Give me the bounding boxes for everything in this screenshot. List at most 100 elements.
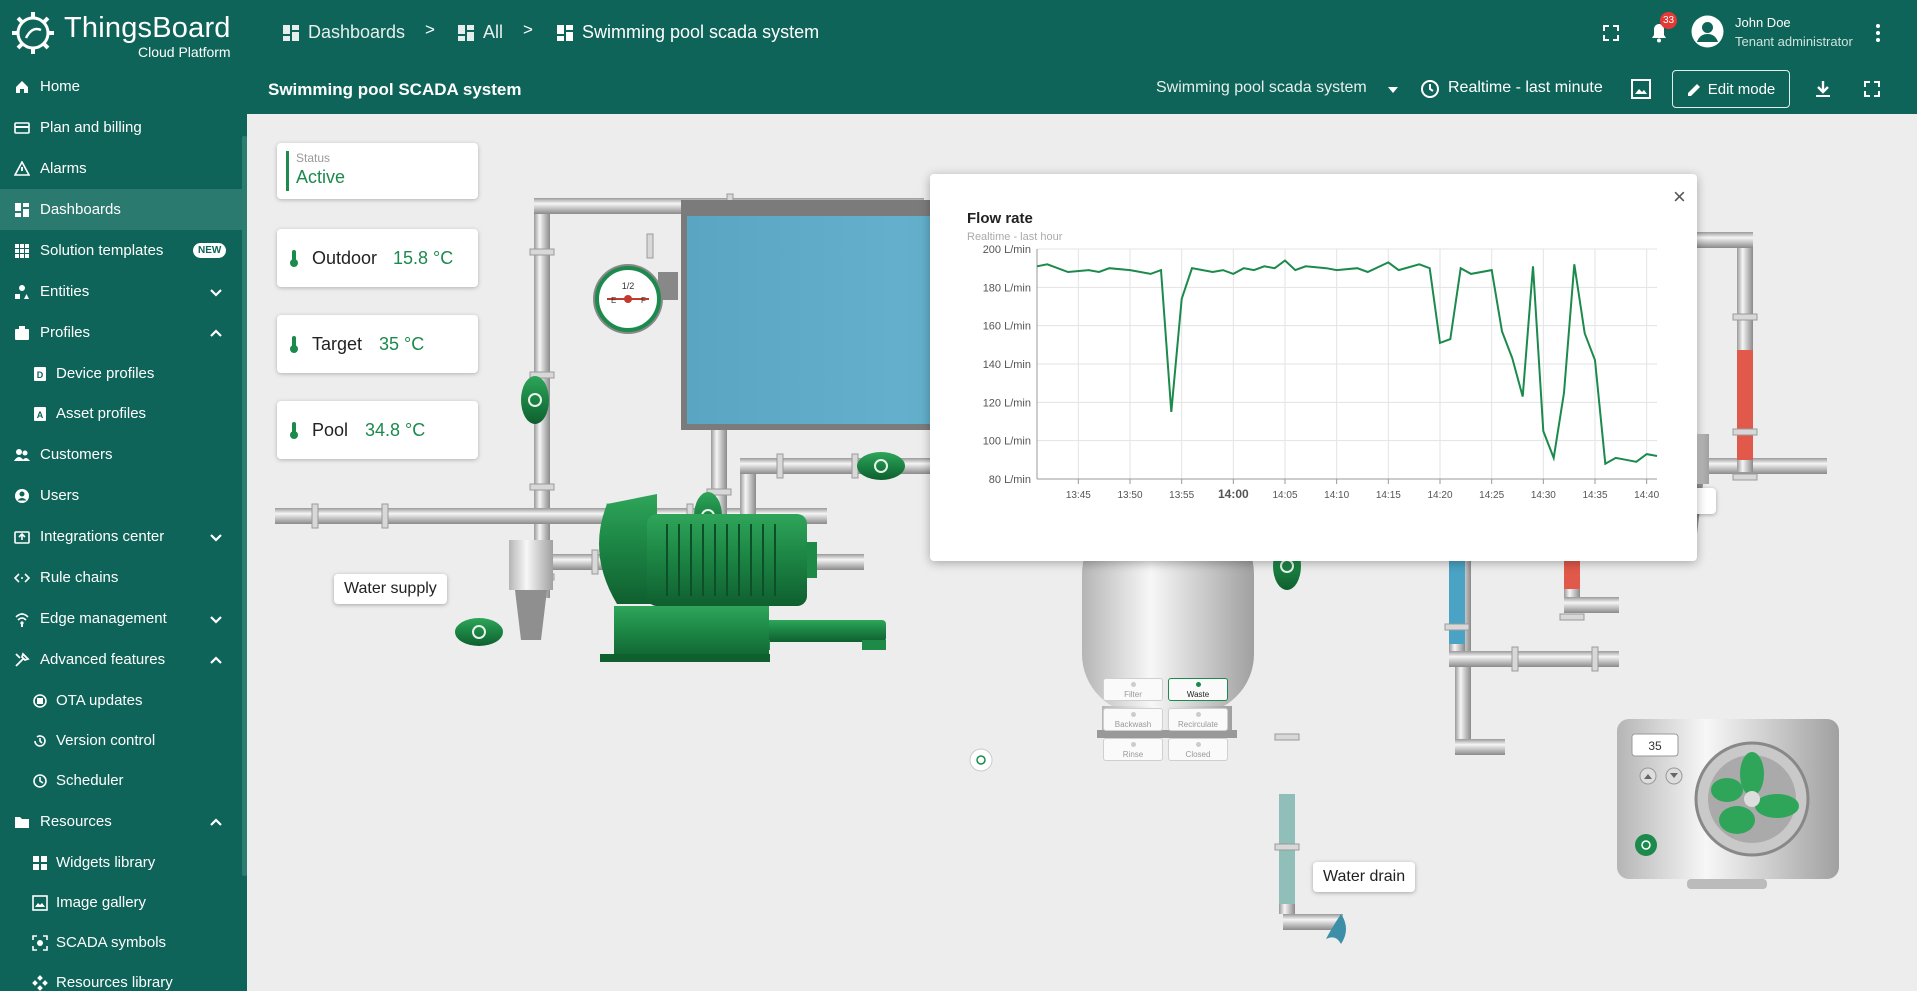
chevron-down-icon[interactable] [209, 285, 223, 299]
sidebar-item-label: Alarms [40, 160, 87, 177]
resources-icon [32, 974, 48, 991]
chevron-down-icon[interactable] [209, 612, 223, 626]
download-icon[interactable] [1813, 79, 1833, 99]
sidebar-item[interactable]: SCADA symbols [0, 922, 242, 963]
sidebar-item-label: Rule chains [40, 569, 119, 586]
sidebar-item[interactable]: Profiles [0, 312, 242, 353]
breadcrumb-dashboards[interactable]: Dashboards [282, 22, 405, 43]
sidebar-item[interactable]: Advanced features [0, 639, 242, 680]
sidebar-item[interactable]: Widgets library [0, 842, 242, 883]
sidebar-item-label: Dashboards [40, 201, 121, 218]
temperature-label: Outdoor [312, 248, 378, 268]
chevron-up-icon[interactable] [209, 815, 223, 829]
fullscreen-icon[interactable] [1862, 79, 1882, 99]
filter-mode-label: Backwash [1114, 720, 1152, 729]
pump-status-indicator[interactable] [969, 748, 993, 772]
image-icon [32, 894, 48, 911]
gauge-label: 1/2 [622, 281, 635, 291]
sidebar-item[interactable]: Integrations center [0, 516, 242, 557]
sidebar-item[interactable]: Rule chains [0, 557, 242, 598]
increase-setpoint-button[interactable] [1639, 767, 1657, 785]
valve[interactable] [455, 618, 503, 646]
sidebar-item-label: Image gallery [56, 894, 147, 911]
filter-mode-label: Filter [1124, 690, 1142, 699]
user-avatar-icon[interactable] [1691, 15, 1724, 48]
alarm-icon [14, 160, 30, 176]
filter-mode-button[interactable]: Closed [1168, 738, 1228, 761]
thermometer-icon [290, 422, 298, 439]
sidebar-item[interactable]: Customers [0, 434, 242, 475]
sidebar-item[interactable]: Version control [0, 720, 242, 761]
sidebar: Home Plan and billing Alarms Dashboards Solu… [0, 66, 247, 991]
rule-chain-icon [14, 572, 30, 583]
sidebar-item[interactable]: Alarms [0, 148, 242, 189]
x-tick-label: 14:40 [1634, 490, 1659, 501]
sidebar-item[interactable]: Entities [0, 271, 242, 312]
chevron-up-icon[interactable] [209, 326, 223, 340]
valve[interactable] [521, 376, 549, 424]
gauge-e-label: E [611, 296, 616, 305]
sidebar-item-label: Edge management [40, 610, 167, 627]
user-name: John Doe [1735, 15, 1791, 30]
history-icon [34, 734, 46, 747]
sidebar-item-label: Home [40, 78, 81, 95]
sidebar-item[interactable]: Resources library [0, 962, 242, 991]
image-export-icon[interactable] [1630, 78, 1652, 100]
filter-mode-button[interactable]: Waste [1168, 678, 1228, 701]
dashboard-state-select[interactable]: Swimming pool scada system [1156, 79, 1367, 97]
close-icon[interactable]: × [1673, 184, 1686, 210]
timewindow-label[interactable]: Realtime - last minute [1448, 79, 1603, 97]
chevron-up-icon[interactable] [209, 653, 223, 667]
filter-mode-label: Waste [1186, 690, 1210, 699]
mode-indicator-dot [1196, 742, 1201, 747]
y-tick-label: 80 L/min [989, 474, 1031, 486]
more-vert-icon[interactable] [1866, 21, 1890, 45]
heat-pump-setpoint: 35 [1648, 739, 1662, 753]
sidebar-item[interactable]: Resources [0, 801, 242, 842]
heat-pump-power-button[interactable] [1635, 834, 1657, 856]
edit-mode-button[interactable]: Edit mode [1672, 70, 1790, 108]
status-card: Status Active [277, 143, 478, 199]
filter-mode-label: Closed [1185, 750, 1211, 759]
caret-down-icon[interactable] [1388, 86, 1398, 94]
decrease-setpoint-button[interactable] [1665, 767, 1683, 785]
sidebar-item[interactable]: Dashboards [0, 189, 242, 230]
sidebar-item[interactable]: D Device profiles [0, 353, 242, 394]
app-logo[interactable]: ThingsBoard Cloud Platform [8, 6, 248, 60]
sidebar-item-label: Asset profiles [56, 405, 147, 422]
y-tick-label: 180 L/min [983, 282, 1031, 294]
filter-mode-button[interactable]: Filter [1103, 678, 1163, 701]
filter-mode-button[interactable]: Rinse [1103, 738, 1163, 761]
mode-indicator-dot [1196, 712, 1201, 717]
sidebar-item[interactable]: Edge management [0, 598, 242, 639]
ota-icon [33, 693, 47, 708]
sidebar-item[interactable]: Scheduler [0, 760, 242, 801]
clock-icon [33, 773, 47, 788]
sidebar-item-label: Integrations center [40, 528, 165, 545]
x-tick-label: 14:00 [1218, 487, 1249, 501]
filter-mode-button[interactable]: Recirculate [1168, 708, 1228, 731]
y-tick-label: 200 L/min [983, 244, 1031, 256]
sidebar-item[interactable]: Home [0, 66, 242, 107]
target-temperature-card: Target 35 °C [277, 315, 478, 373]
fullscreen-icon[interactable] [1599, 21, 1623, 45]
temperature-label: Target [312, 334, 363, 354]
sidebar-item[interactable]: A Asset profiles [0, 393, 242, 434]
sidebar-item[interactable]: Solution templates NEW [0, 230, 242, 271]
dashboard-icon [15, 202, 29, 217]
sidebar-item[interactable]: Image gallery [0, 882, 242, 923]
app-subtitle: Cloud Platform [138, 44, 231, 60]
thermometer-icon [290, 336, 298, 353]
filter-mode-button[interactable]: Backwash [1103, 708, 1163, 731]
sidebar-item-label: Solution templates [40, 242, 164, 259]
chevron-down-icon[interactable] [209, 530, 223, 544]
breadcrumb-all[interactable]: All [457, 22, 503, 43]
clock-icon[interactable] [1420, 79, 1440, 99]
flow-rate-chart[interactable]: 80 L/min 100 L/min 120 L/min 140 L/min 160 L… [930, 244, 1697, 544]
water-supply-label: Water supply [334, 574, 447, 604]
x-tick-label: 14:30 [1531, 490, 1556, 501]
sidebar-item[interactable]: Users [0, 475, 242, 516]
sidebar-item[interactable]: OTA updates [0, 680, 242, 721]
sidebar-item[interactable]: Plan and billing [0, 107, 242, 148]
valve[interactable] [857, 452, 905, 480]
